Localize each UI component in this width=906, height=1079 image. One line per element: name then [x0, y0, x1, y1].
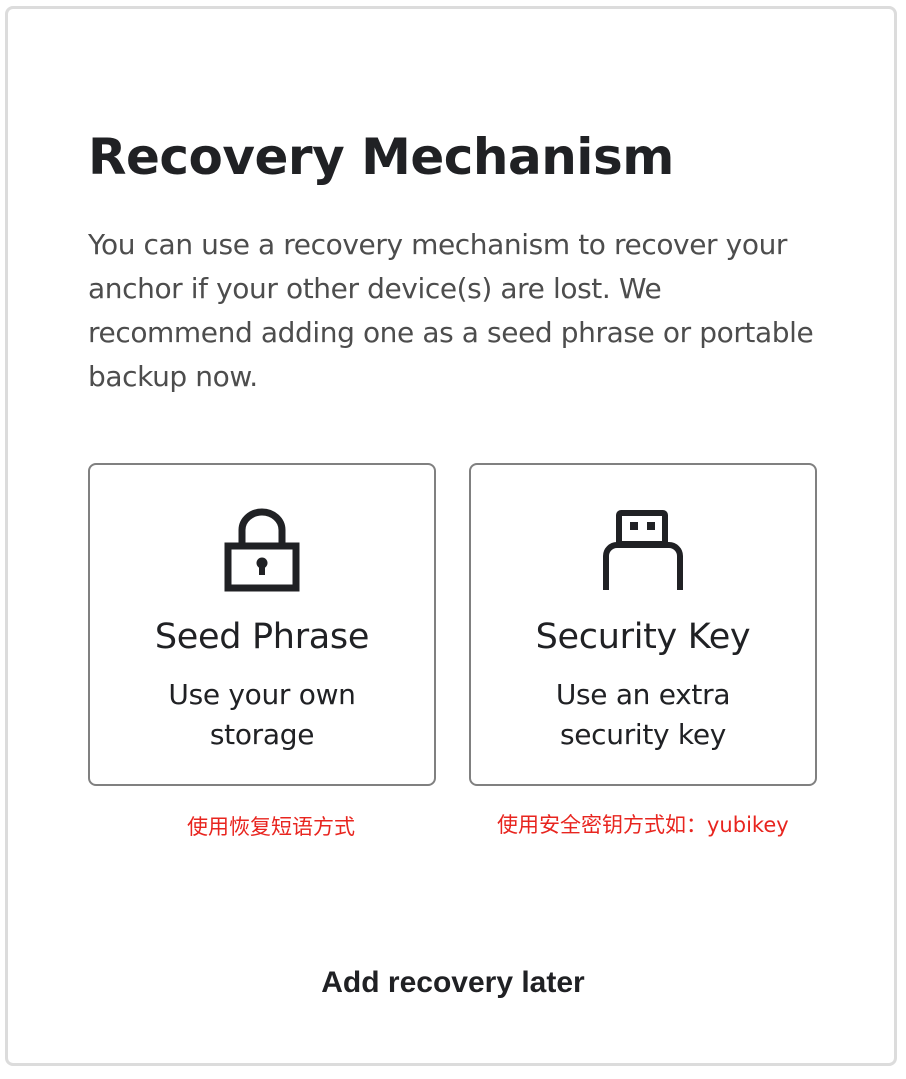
- seed-phrase-subtitle: Use your own storage: [168, 678, 356, 751]
- seed-phrase-option[interactable]: Seed Phrase Use your own storage: [88, 463, 436, 786]
- security-key-title: Security Key: [535, 617, 751, 657]
- security-key-option[interactable]: Security Key Use an extra security key: [469, 463, 817, 786]
- lock-icon: [222, 508, 302, 592]
- seed-phrase-annotation: 使用恢复短语方式: [187, 815, 355, 839]
- security-key-subtitle: Use an extra security key: [555, 678, 731, 751]
- security-key-annotation: 使用安全密钥方式如：yubikey: [497, 813, 789, 837]
- seed-phrase-title: Seed Phrase: [154, 617, 370, 657]
- add-recovery-later-button[interactable]: Add recovery later: [0, 963, 906, 1003]
- page-title: Recovery Mechanism: [88, 128, 674, 186]
- page-description: You can use a recovery mechanism to reco…: [88, 228, 814, 393]
- usb-key-icon: [603, 508, 683, 592]
